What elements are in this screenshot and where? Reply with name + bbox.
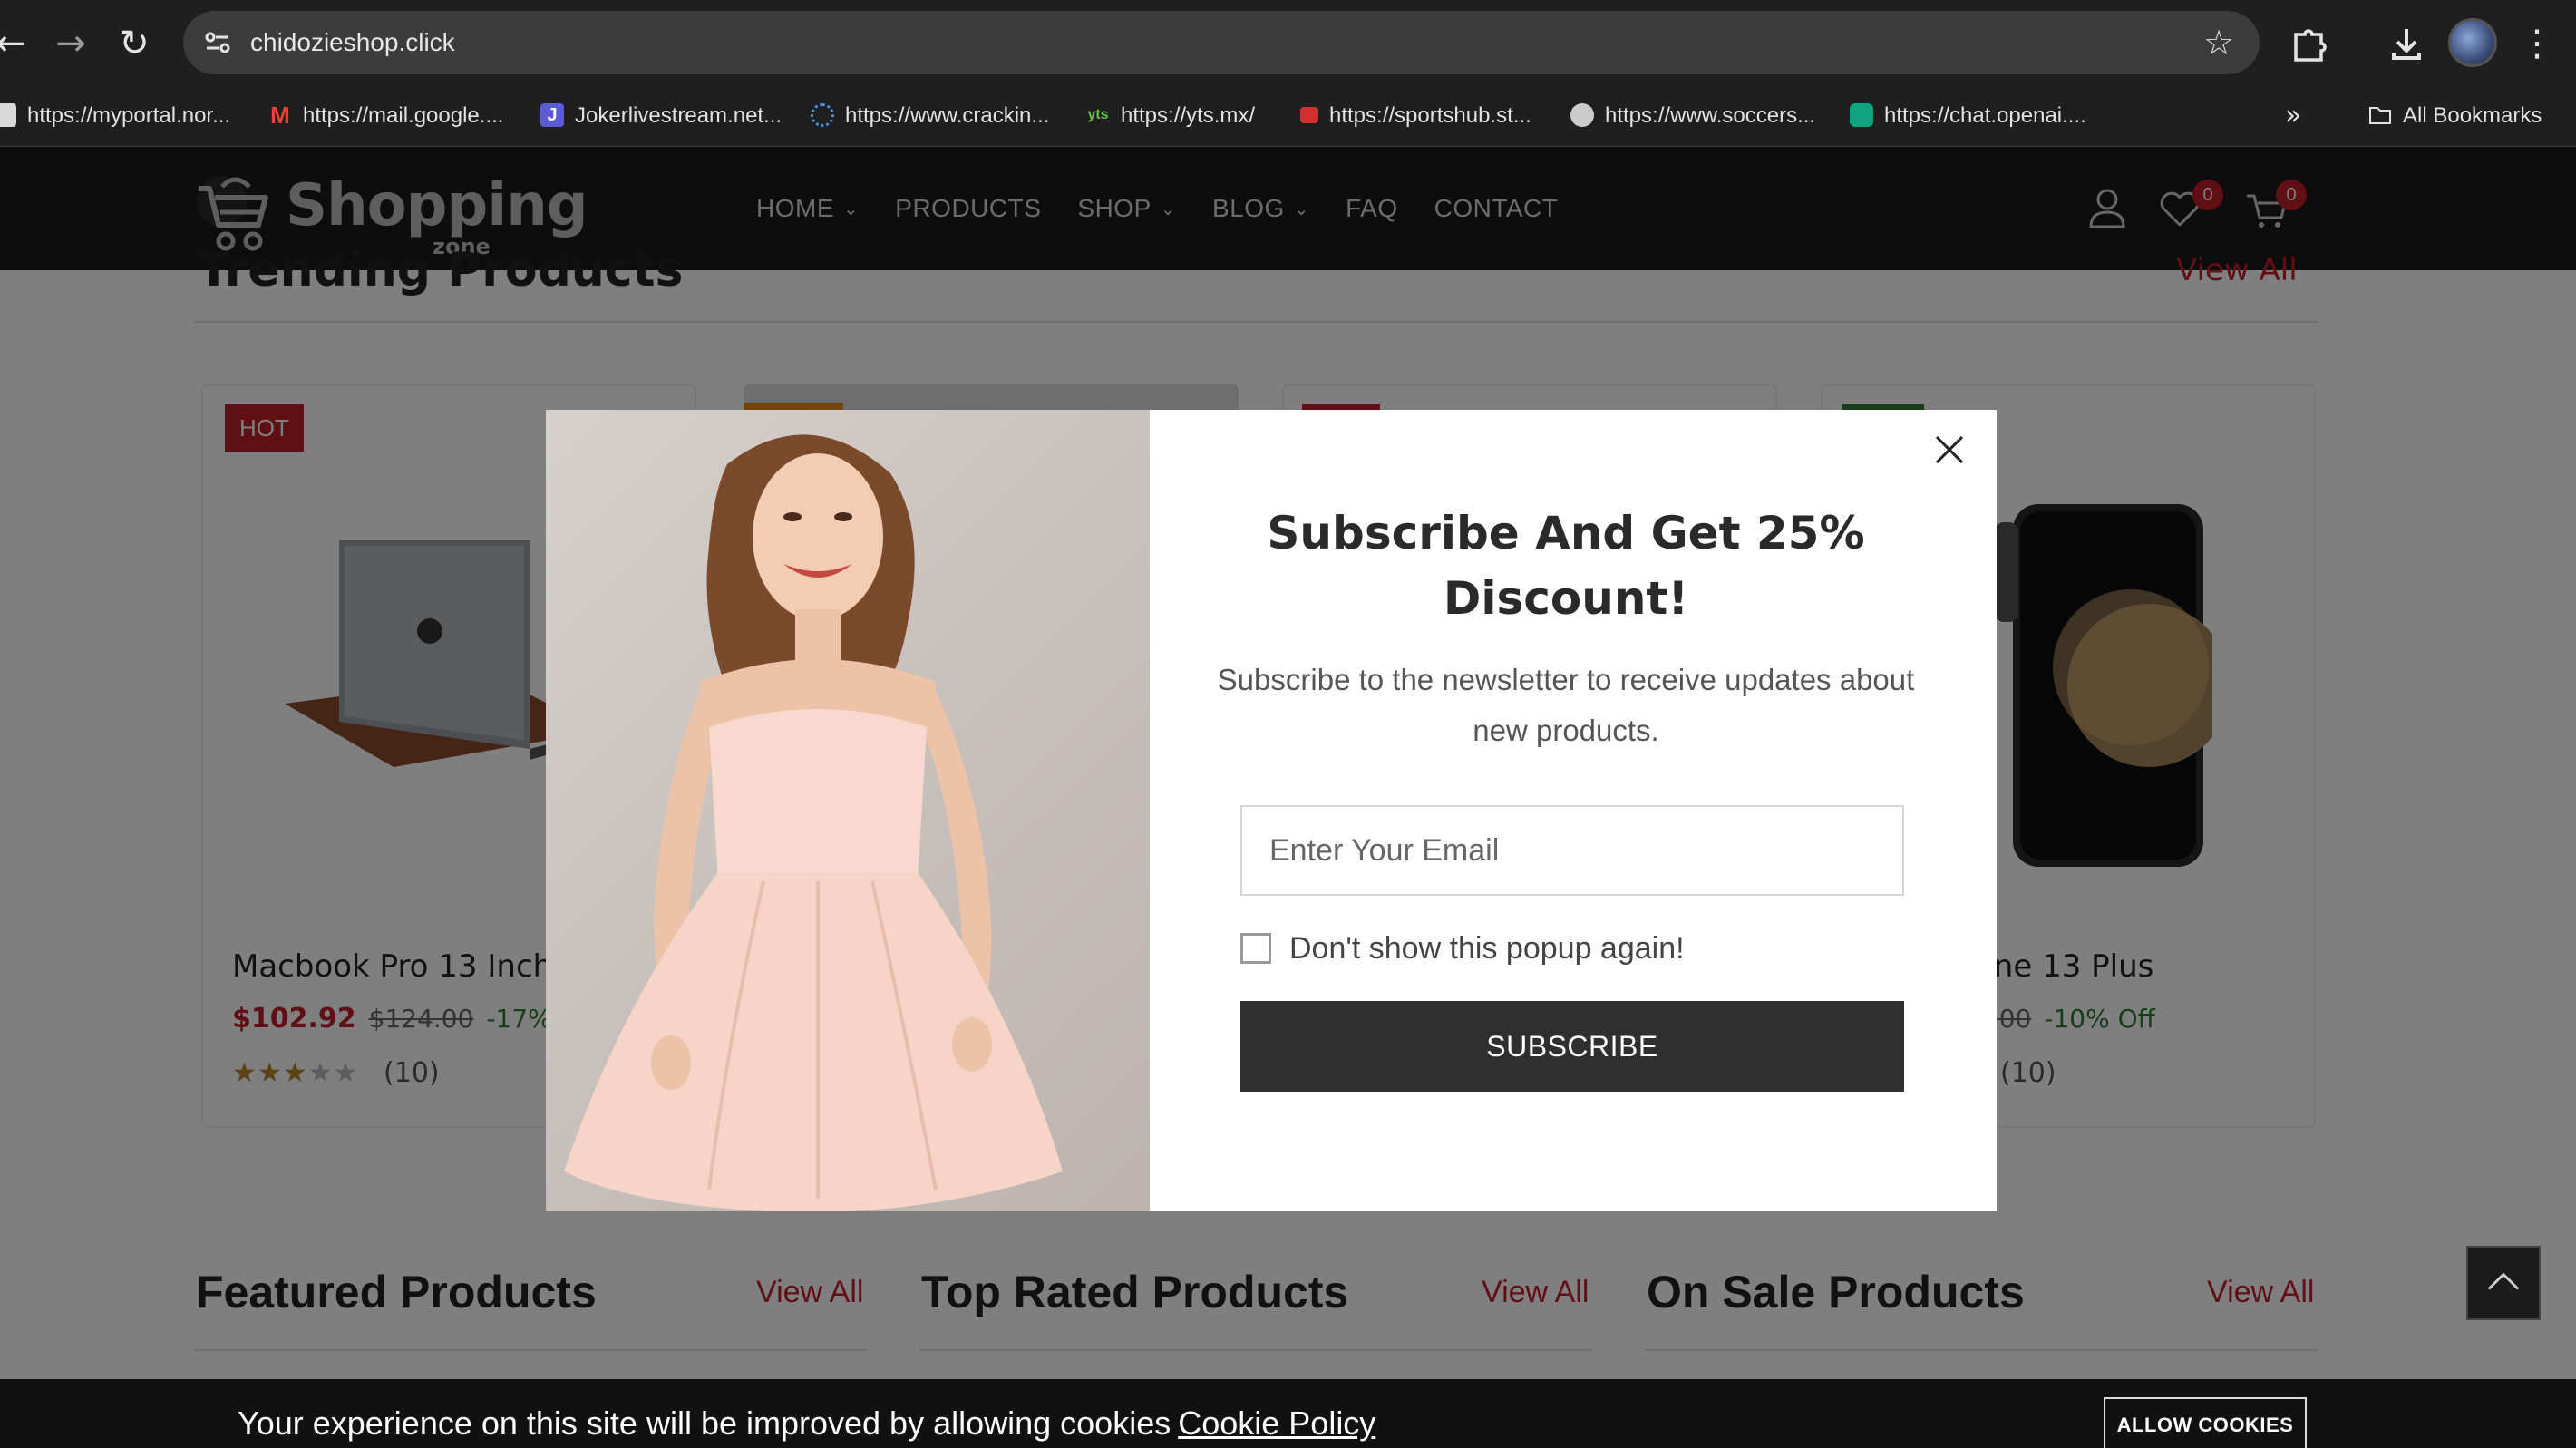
model-photo bbox=[546, 410, 1150, 1211]
sportshub-favicon-icon bbox=[1300, 106, 1318, 123]
profile-avatar[interactable] bbox=[2448, 18, 2497, 67]
folder-icon bbox=[2369, 106, 2391, 124]
more-bookmarks-icon[interactable]: » bbox=[2285, 85, 2301, 147]
dont-show-again[interactable]: Don't show this popup again! bbox=[1240, 930, 1685, 967]
bookmark-item[interactable]: yts https://yts.mx/ bbox=[1086, 85, 1255, 147]
joker-favicon-icon: J bbox=[540, 102, 564, 127]
bookmark-item[interactable]: J Jokerlivestream.net... bbox=[540, 85, 782, 147]
back-to-top-button[interactable] bbox=[2466, 1246, 2541, 1320]
bookmark-item[interactable]: https://www.soccers... bbox=[1570, 85, 1815, 147]
bookmark-item[interactable]: https://sportshub.st... bbox=[1300, 85, 1531, 147]
browser-toolbar: ← → ↻ chidozieshop.click ☆ ⋮ bbox=[0, 0, 2576, 85]
url-text[interactable]: chidozieshop.click bbox=[250, 11, 455, 74]
allow-cookies-button[interactable]: ALLOW COOKIES bbox=[2104, 1397, 2307, 1448]
bookmark-star-icon[interactable]: ☆ bbox=[2198, 22, 2240, 63]
chevron-up-icon bbox=[2487, 1272, 2520, 1290]
extensions-icon[interactable] bbox=[2285, 20, 2332, 67]
address-bar[interactable]: chidozieshop.click ☆ bbox=[183, 11, 2260, 74]
cookie-policy-link[interactable]: Cookie Policy bbox=[1178, 1404, 1375, 1442]
close-icon[interactable] bbox=[1924, 424, 1975, 475]
bookmarks-bar: https://myportal.nor... Mhttps://mail.go… bbox=[0, 85, 2576, 147]
popup-description: Subscribe to the newsletter to receive u… bbox=[1217, 663, 1915, 747]
email-field[interactable] bbox=[1240, 805, 1904, 896]
all-bookmarks[interactable]: All Bookmarks bbox=[2368, 85, 2542, 147]
popup-title: Subscribe And Get 25% Discount! bbox=[1267, 507, 1865, 625]
soccer-ball-favicon-icon bbox=[1570, 102, 1594, 127]
cookie-message: Your experience on this site will be imp… bbox=[238, 1404, 1376, 1442]
gmail-favicon-icon: M bbox=[270, 101, 290, 129]
bookmark-item[interactable]: https://myportal.nor... bbox=[0, 85, 230, 147]
back-icon[interactable]: ← bbox=[0, 18, 36, 69]
portal-favicon-icon bbox=[0, 102, 16, 127]
download-icon[interactable] bbox=[2383, 20, 2430, 67]
dont-show-label[interactable]: Don't show this popup again! bbox=[1289, 931, 1685, 967]
openai-favicon-icon bbox=[1850, 102, 1873, 127]
yts-favicon-icon: yts bbox=[1087, 106, 1109, 122]
reload-icon[interactable]: ↻ bbox=[109, 18, 160, 69]
cookie-consent-bar: Your experience on this site will be imp… bbox=[0, 1379, 2576, 1448]
woman-in-dress-image bbox=[564, 434, 1063, 1211]
newsletter-popup: Subscribe And Get 25% Discount! Subscrib… bbox=[546, 410, 1997, 1211]
site-info-icon[interactable] bbox=[201, 26, 234, 59]
bookmark-item[interactable]: Mhttps://mail.google.... bbox=[268, 85, 503, 147]
forward-icon[interactable]: → bbox=[45, 18, 96, 69]
menu-kebab-icon[interactable]: ⋮ bbox=[2513, 20, 2561, 67]
bookmark-item[interactable]: https://www.crackin... bbox=[811, 85, 1049, 147]
subscribe-button[interactable]: SUBSCRIBE bbox=[1240, 1001, 1904, 1092]
bookmark-item[interactable]: https://chat.openai.... bbox=[1850, 85, 2086, 147]
loading-favicon-icon bbox=[811, 102, 834, 127]
dont-show-checkbox[interactable] bbox=[1240, 933, 1271, 964]
